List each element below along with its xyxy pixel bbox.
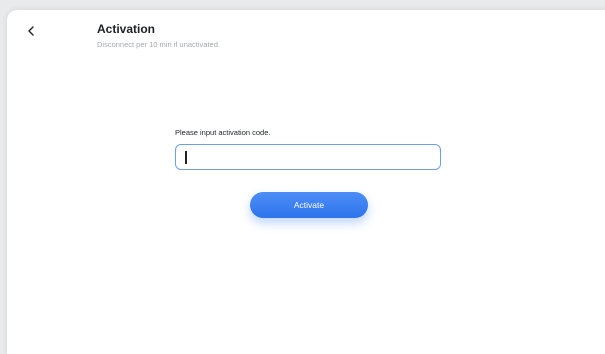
page-title: Activation [97, 22, 156, 36]
activation-window: Activation Disconnect per 10 min if unac… [7, 10, 605, 354]
page-subtitle: Disconnect per 10 min if unactivated. [97, 40, 220, 49]
chevron-left-icon [28, 26, 34, 36]
back-button[interactable] [21, 21, 41, 41]
activate-button[interactable]: Activate [250, 192, 368, 218]
text-caret [185, 151, 187, 164]
activation-code-input[interactable] [175, 144, 441, 170]
activation-code-label: Please input activation code. [175, 128, 271, 137]
